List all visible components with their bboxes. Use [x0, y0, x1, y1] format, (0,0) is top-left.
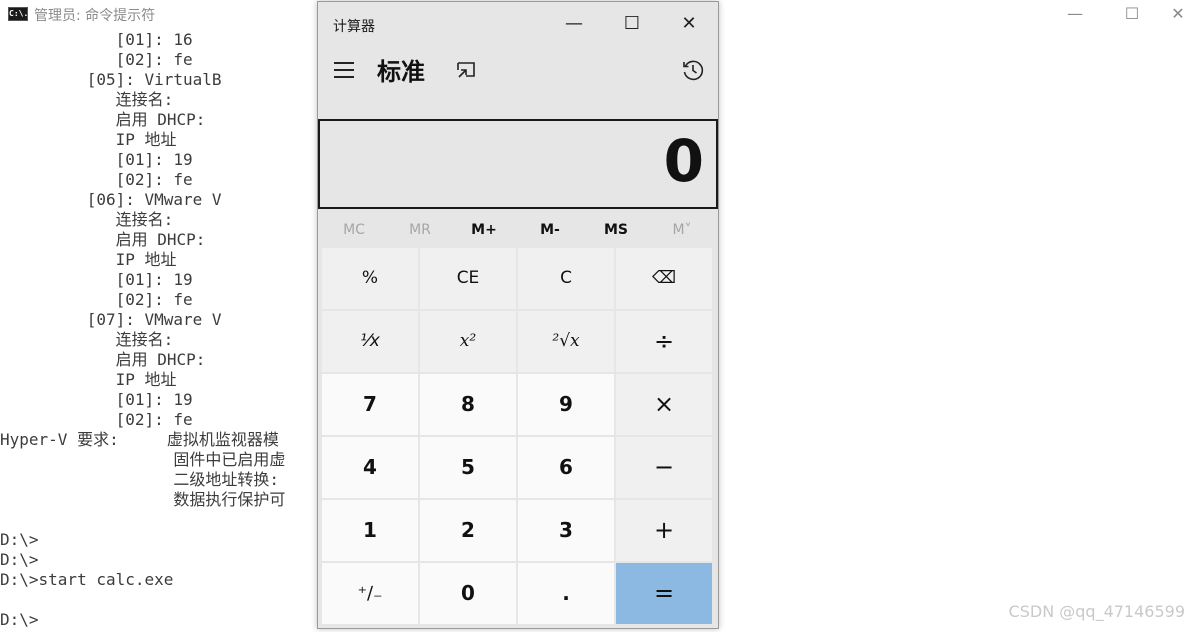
console-title: 管理员: 命令提示符 — [34, 8, 156, 24]
keypad: % CE C ⌫ ⅟x x² ²√x ÷ 7 8 9 × 4 5 6 − 1 2… — [322, 248, 714, 624]
decimal-button[interactable]: . — [518, 563, 614, 624]
calculator-maximize-button[interactable]: ☐ — [609, 10, 655, 40]
mode-title: 标准 — [377, 58, 425, 86]
digit-9-button[interactable]: 9 — [518, 374, 614, 435]
digit-4-button[interactable]: 4 — [322, 437, 418, 498]
digit-3-button[interactable]: 3 — [518, 500, 614, 561]
memory-clear-button[interactable]: MC — [322, 215, 386, 245]
multiply-button[interactable]: × — [616, 374, 712, 435]
memory-add-button[interactable]: M+ — [452, 215, 516, 245]
square-root-button[interactable]: ²√x — [518, 311, 614, 372]
console-minimize-button[interactable]: — — [1052, 0, 1098, 30]
digit-8-button[interactable]: 8 — [420, 374, 516, 435]
negate-button[interactable]: ⁺∕₋ — [322, 563, 418, 624]
calculator-window: 计算器 — ☐ ✕ 标准 0 MC MR M+ M- MS M˅ % CE C … — [317, 1, 719, 629]
digit-5-button[interactable]: 5 — [420, 437, 516, 498]
console-maximize-button[interactable]: ☐ — [1109, 0, 1155, 30]
calculator-header: 标准 — [318, 44, 718, 116]
memory-list-button[interactable]: M˅ — [650, 215, 714, 245]
memory-recall-button[interactable]: MR — [388, 215, 452, 245]
clear-entry-button[interactable]: CE — [420, 248, 516, 309]
calculator-minimize-button[interactable]: — — [551, 10, 597, 40]
clear-button[interactable]: C — [518, 248, 614, 309]
digit-6-button[interactable]: 6 — [518, 437, 614, 498]
console-output: [01]: 16 [02]: fe [05]: VirtualB 连接名: 启用… — [0, 30, 286, 629]
digit-1-button[interactable]: 1 — [322, 500, 418, 561]
display-value: 0 — [663, 127, 704, 195]
plus-button[interactable]: + — [616, 500, 712, 561]
menu-icon[interactable] — [334, 62, 354, 78]
history-icon[interactable] — [681, 58, 705, 82]
calculator-title: 计算器 — [333, 19, 375, 35]
minus-button[interactable]: − — [616, 437, 712, 498]
console-app-icon: C:\. — [8, 7, 28, 21]
memory-bar: MC MR M+ M- MS M˅ — [318, 215, 718, 245]
reciprocal-button[interactable]: ⅟x — [322, 311, 418, 372]
equals-button[interactable]: = — [616, 563, 712, 624]
result-display: 0 — [318, 119, 718, 209]
digit-7-button[interactable]: 7 — [322, 374, 418, 435]
memory-subtract-button[interactable]: M- — [518, 215, 582, 245]
calculator-titlebar[interactable]: 计算器 — ☐ ✕ — [318, 2, 718, 44]
backspace-button[interactable]: ⌫ — [616, 248, 712, 309]
memory-store-button[interactable]: MS — [584, 215, 648, 245]
digit-2-button[interactable]: 2 — [420, 500, 516, 561]
square-button[interactable]: x² — [420, 311, 516, 372]
percent-button[interactable]: % — [322, 248, 418, 309]
calculator-close-button[interactable]: ✕ — [666, 10, 712, 40]
keep-on-top-icon[interactable] — [456, 60, 478, 80]
divide-button[interactable]: ÷ — [616, 311, 712, 372]
console-close-button[interactable]: ✕ — [1155, 0, 1200, 30]
digit-0-button[interactable]: 0 — [420, 563, 516, 624]
watermark: CSDN @qq_47146599 — [1008, 602, 1185, 621]
